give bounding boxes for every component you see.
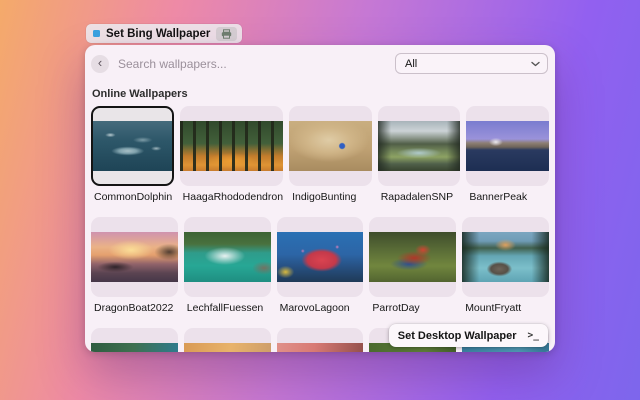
chevron-left-icon: ‹	[98, 56, 102, 69]
wallpaper-name: DragonBoat2022	[94, 302, 178, 315]
wallpaper-name: MountFryatt	[465, 302, 549, 315]
filter-dropdown[interactable]: All	[395, 53, 548, 74]
wallpaper-thumbnail[interactable]	[184, 328, 271, 352]
wallpaper-thumbnail[interactable]	[289, 106, 372, 186]
wallpaper-item: IndigoBunting	[289, 106, 372, 217]
search-input[interactable]: Search wallpapers...	[118, 57, 227, 71]
wallpaper-name: RapadalenSNP	[381, 191, 461, 204]
wallpaper-image	[369, 232, 456, 282]
wallpaper-thumbnail-selected[interactable]	[91, 106, 174, 186]
wallpaper-name: HaagaRhododendron	[183, 191, 283, 204]
section-title: Online Wallpapers	[92, 88, 555, 100]
wallpaper-image	[378, 121, 461, 171]
filter-value: All	[405, 58, 417, 70]
wallpaper-item: RapadalenSNP	[378, 106, 461, 217]
wallpaper-name: BannerPeak	[469, 191, 549, 204]
app-window: ‹ Search wallpapers... All Online Wallpa…	[85, 45, 555, 352]
set-desktop-wallpaper-button[interactable]: Set Desktop Wallpaper >_	[389, 324, 548, 347]
wallpaper-name: LechfallFuessen	[187, 302, 271, 315]
app-title: Set Bing Wallpaper	[106, 28, 210, 40]
wallpaper-item: CommonDolphin	[91, 106, 174, 217]
menubar-app-pill[interactable]: Set Bing Wallpaper	[86, 24, 242, 43]
wallpaper-thumbnail[interactable]	[180, 106, 283, 186]
wallpaper-item: ParrotDay	[369, 217, 456, 328]
wallpaper-item: MountFryatt	[462, 217, 549, 328]
wallpaper-image	[93, 121, 172, 171]
wallpaper-item	[277, 328, 364, 352]
wallpaper-item: LechfallFuessen	[184, 217, 271, 328]
wallpaper-image	[277, 232, 364, 282]
wallpaper-image	[466, 121, 549, 171]
wallpaper-image	[289, 121, 372, 171]
wallpaper-item: HaagaRhododendron	[180, 106, 283, 217]
app-icon	[93, 30, 100, 37]
wallpaper-thumbnail[interactable]	[184, 217, 271, 297]
wallpaper-item	[184, 328, 271, 352]
wallpaper-image	[180, 121, 283, 171]
wallpaper-thumbnail[interactable]	[277, 217, 364, 297]
printer-icon[interactable]	[216, 27, 237, 41]
wallpaper-thumbnail[interactable]	[369, 217, 456, 297]
chevron-down-icon	[531, 61, 540, 67]
wallpaper-image	[184, 343, 271, 352]
wallpaper-thumbnail[interactable]	[378, 106, 461, 186]
wallpaper-item: BannerPeak	[466, 106, 549, 217]
wallpaper-thumbnail[interactable]	[466, 106, 549, 186]
wallpaper-image	[91, 232, 178, 282]
wallpaper-image	[91, 343, 178, 352]
wallpaper-name: IndigoBunting	[292, 191, 372, 204]
wallpaper-thumbnail[interactable]	[462, 217, 549, 297]
wallpaper-thumbnail[interactable]	[91, 217, 178, 297]
window-header: ‹ Search wallpapers... All	[85, 45, 555, 78]
wallpaper-name: ParrotDay	[372, 302, 456, 315]
set-desktop-wallpaper-label: Set Desktop Wallpaper	[398, 330, 517, 342]
wallpaper-grid-row-1: CommonDolphin HaagaRhododendron IndigoBu…	[85, 106, 555, 217]
wallpaper-image	[184, 232, 271, 282]
wallpaper-item: DragonBoat2022	[91, 217, 178, 328]
wallpaper-name: MarovoLagoon	[280, 302, 364, 315]
wallpaper-thumbnail[interactable]	[91, 328, 178, 352]
wallpaper-image	[277, 343, 364, 352]
terminal-prompt-icon: >_	[528, 330, 539, 341]
wallpaper-thumbnail[interactable]	[277, 328, 364, 352]
back-button[interactable]: ‹	[91, 55, 109, 73]
wallpaper-item	[91, 328, 178, 352]
wallpaper-name: CommonDolphin	[94, 191, 174, 204]
wallpaper-image	[462, 232, 549, 282]
wallpaper-grid-row-2: DragonBoat2022 LechfallFuessen MarovoLag…	[85, 217, 555, 328]
wallpaper-item: MarovoLagoon	[277, 217, 364, 328]
